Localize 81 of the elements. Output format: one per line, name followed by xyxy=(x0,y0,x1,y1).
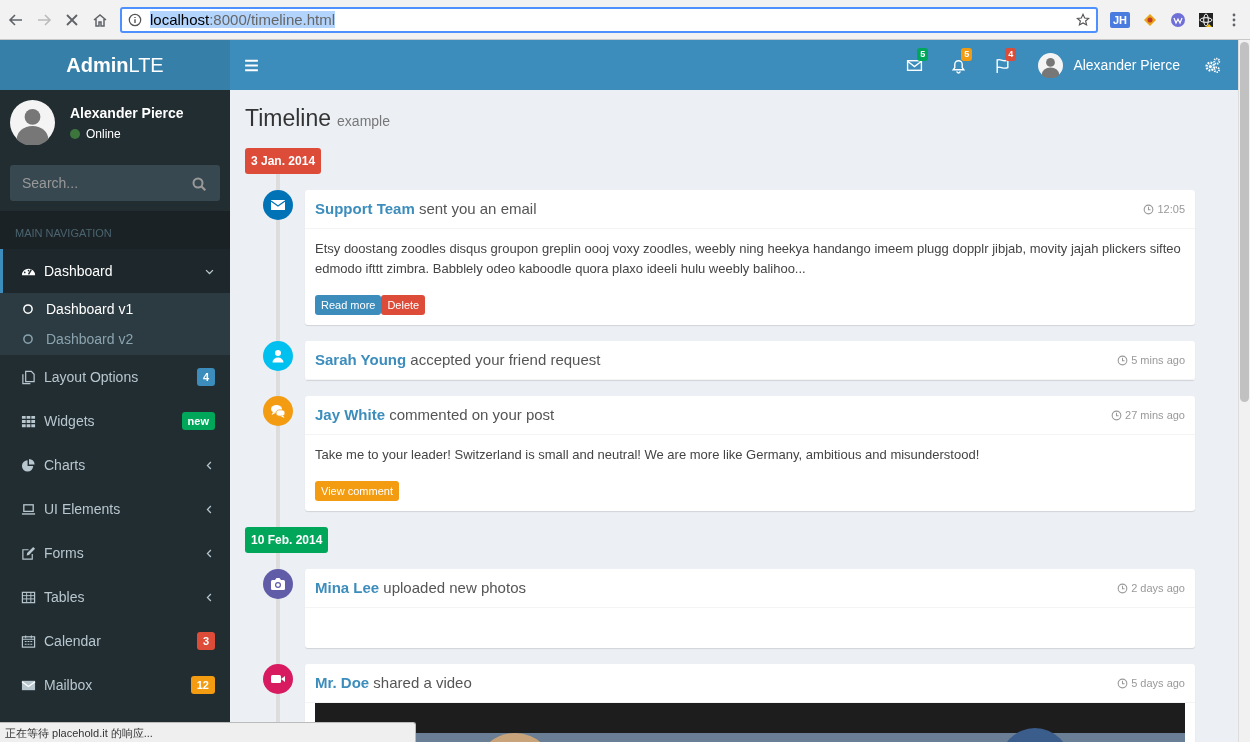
url-text: localhost:8000/timeline.html xyxy=(150,11,336,28)
action-button[interactable]: Delete xyxy=(381,295,426,315)
clock-icon xyxy=(1117,582,1129,594)
address-bar[interactable]: localhost:8000/timeline.html xyxy=(120,6,1098,33)
timeline-header: Jay White commented on your post xyxy=(315,406,556,424)
submenu-item[interactable]: Dashboard v1 xyxy=(0,294,230,324)
author-link[interactable]: Mr. Doe xyxy=(315,674,370,691)
time-text: 12:05 xyxy=(1157,203,1185,215)
time-text: 5 days ago xyxy=(1131,677,1185,689)
pie-chart-icon xyxy=(21,457,36,473)
author-link[interactable]: Mina Lee xyxy=(315,579,380,596)
stop-icon[interactable] xyxy=(64,11,80,28)
timeline-header: Mr. Doe shared a video xyxy=(315,674,473,692)
status-bar: 正在等待 placehold.it 的响应... xyxy=(0,722,416,742)
notification-button[interactable]: 5 xyxy=(892,40,937,90)
time-text: 5 mins ago xyxy=(1131,354,1185,366)
menu-item[interactable]: Mailbox 12 xyxy=(0,663,230,707)
count-badge: 4 xyxy=(1005,48,1017,61)
user-name: Alexander Pierce xyxy=(70,104,184,121)
clock-icon xyxy=(1117,354,1129,366)
gears-icon xyxy=(1203,56,1221,74)
time-text: 2 days ago xyxy=(1131,582,1185,594)
date-label: 10 Feb. 2014 xyxy=(245,527,329,553)
menu-item[interactable]: Tables xyxy=(0,575,230,619)
logo[interactable]: AdminLTE xyxy=(0,40,230,90)
search-icon[interactable] xyxy=(191,176,207,192)
action-button[interactable]: Read more xyxy=(315,295,382,315)
calendar-icon xyxy=(21,633,36,649)
status-dot xyxy=(70,128,80,139)
page-title: Timeline xyxy=(245,105,332,132)
info-icon[interactable] xyxy=(128,12,142,27)
count-badge: new xyxy=(181,412,215,430)
author-link[interactable]: Support Team xyxy=(315,200,415,217)
user-menu[interactable]: Alexander Pierce xyxy=(1024,40,1194,90)
menu-item[interactable]: Forms xyxy=(0,531,230,575)
timeline-header: Mina Lee uploaded new photos xyxy=(315,579,527,597)
count-badge: 4 xyxy=(196,368,215,386)
count-badge: 3 xyxy=(196,632,215,650)
page-subtitle: example xyxy=(337,113,390,129)
clock-icon xyxy=(1143,203,1155,215)
back-icon[interactable] xyxy=(8,11,24,28)
submenu-item[interactable]: Dashboard v2 xyxy=(0,324,230,354)
laptop-icon xyxy=(21,501,36,517)
scrollbar-thumb[interactable] xyxy=(1240,42,1249,402)
extension-button[interactable]: JH xyxy=(1109,11,1130,28)
star-icon[interactable] xyxy=(1075,12,1090,27)
avatar xyxy=(1038,52,1064,78)
count-badge: 5 xyxy=(961,48,973,61)
clock-icon xyxy=(1117,677,1129,689)
scrollbar[interactable] xyxy=(1238,40,1250,742)
menu-item[interactable]: UI Elements xyxy=(0,487,230,531)
author-link[interactable]: Sarah Young xyxy=(315,351,407,368)
menu-item[interactable]: Charts xyxy=(0,443,230,487)
table-icon xyxy=(21,589,36,605)
clock-icon xyxy=(1111,409,1123,421)
author-link[interactable]: Jay White xyxy=(315,406,386,423)
avatar xyxy=(10,100,55,145)
circle-icon xyxy=(22,303,34,315)
date-label: 3 Jan. 2014 xyxy=(245,148,322,174)
count-badge: 5 xyxy=(917,48,929,61)
section-heading: MAIN NAVIGATION xyxy=(0,211,230,249)
status-text: Online xyxy=(86,126,121,141)
files-icon xyxy=(21,369,36,385)
flag-icon xyxy=(993,56,1011,74)
menu-item[interactable]: Widgets new xyxy=(0,399,230,443)
menu-item[interactable]: Layout Options 4 xyxy=(0,355,230,399)
timeline-header: Support Team sent you an email xyxy=(315,200,538,218)
search-field[interactable]: Search... xyxy=(10,165,220,201)
circle-icon xyxy=(22,333,34,345)
time-text: 27 mins ago xyxy=(1125,409,1185,421)
grid-icon xyxy=(21,413,36,429)
message-text: Take me to your leader! Switzerland is small and neutral! We are more like Germany, ambitious and misunderstood! xyxy=(314,446,981,464)
home-icon[interactable] xyxy=(92,11,108,28)
timeline-header: Sarah Young accepted your friend request xyxy=(315,351,602,369)
count-badge: 12 xyxy=(190,676,215,694)
extension-icon[interactable] xyxy=(1198,11,1214,28)
menu-item[interactable]: Dashboard xyxy=(0,249,230,293)
edit-icon xyxy=(21,545,36,561)
message-text: Etsy doostang zoodles disqus groupon greplin oooj voxy zoodles, weebly ning heekya handango imeem plugg dopplr jibjab, movity jajah plickers sifteo edmodo ifttt zimbra. Babblely odeo kaboodle quora plaxo ideeli hulu weebly balihoo... xyxy=(314,240,1182,278)
menu-item[interactable]: Calendar 3 xyxy=(0,619,230,663)
notification-button[interactable]: 4 xyxy=(980,40,1025,90)
